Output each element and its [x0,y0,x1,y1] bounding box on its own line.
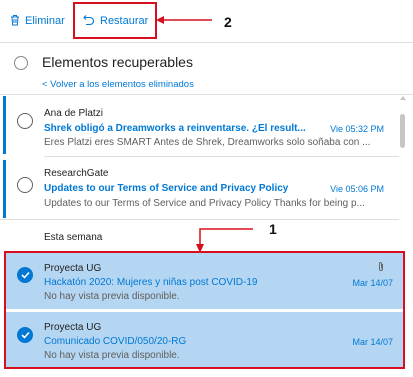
message-subject: Updates to our Terms of Service and Priv… [44,183,289,194]
message-preview: Eres Platzi eres SMART Antes de Shrek, D… [44,137,371,148]
message-checkbox[interactable] [17,177,33,193]
unread-indicator [3,96,6,154]
back-to-deleted-link[interactable]: < Volver a los elementos eliminados [42,79,194,90]
message-list-scrollbar[interactable] [399,94,407,250]
folder-title: Elementos recuperables [42,54,193,70]
message-preview: Updates to our Terms of Service and Priv… [44,198,365,209]
folder-header: Elementos recuperables < Volver a los el… [0,42,413,94]
selection-highlight-box [4,251,405,369]
message-row[interactable]: Ana de Platzi Shrek obligó a Dreamworks … [0,96,400,154]
message-sender: ResearchGate [44,168,109,179]
header-divider [0,94,413,95]
trash-icon [10,14,25,29]
annotation-number-1: 1 [269,221,277,237]
message-sender: Ana de Platzi [44,108,103,119]
message-row[interactable]: ResearchGate Updates to our Terms of Ser… [0,160,400,218]
annotation-arrow-1 [196,228,253,253]
message-date: Vie 05:06 PM [330,184,384,194]
annotation-arrow-2 [156,16,212,24]
restore-highlight-box [73,2,157,39]
message-subject: Shrek obligó a Dreamworks a reinventarse… [44,123,306,134]
message-date: Vie 05:32 PM [330,124,384,134]
unread-indicator [3,160,6,218]
annotation-number-2: 2 [224,14,232,30]
message-checkbox[interactable] [17,113,33,129]
scroll-up-icon[interactable] [400,96,406,100]
delete-button[interactable]: Eliminar [10,10,65,32]
delete-label: Eliminar [25,15,65,27]
section-header-this-week: Esta semana [44,232,103,243]
row-divider [44,156,399,157]
scroll-thumb[interactable] [400,114,405,148]
select-all-checkbox[interactable] [14,56,28,70]
row-divider [0,219,399,220]
